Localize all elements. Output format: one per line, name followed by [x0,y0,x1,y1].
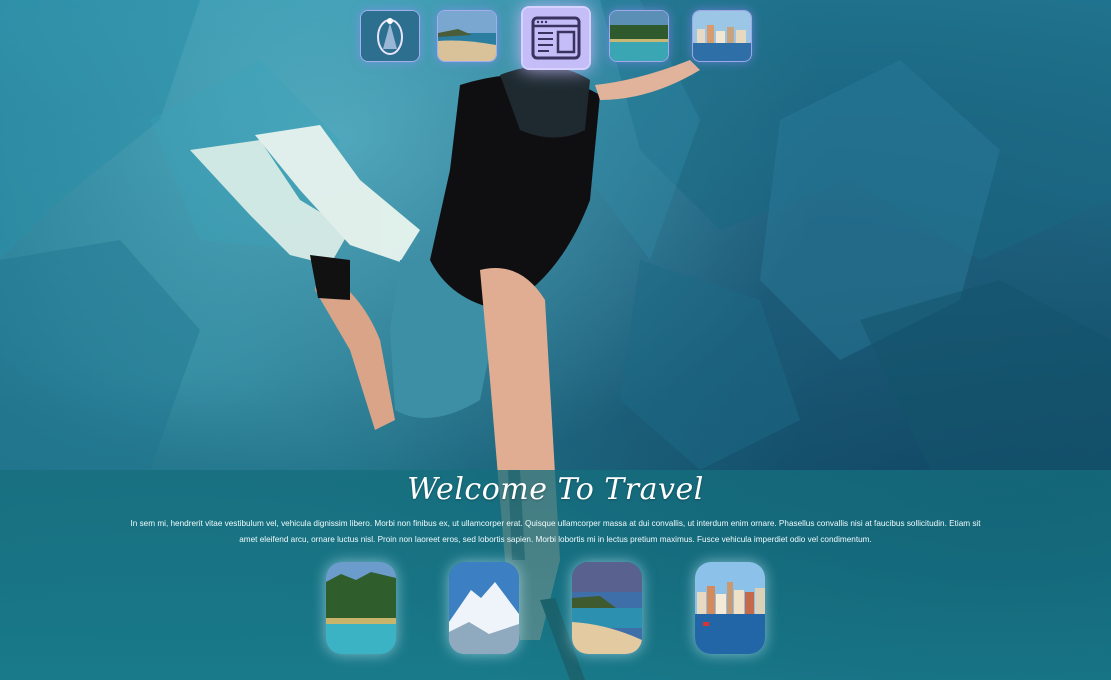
welcome-description: In sem mi, hendrerit vitae vestibulum ve… [130,519,981,544]
harbor-town-icon [695,562,765,654]
ornament-icon [361,11,419,61]
gallery-card-harbor-town[interactable] [695,562,765,654]
top-nav-strip [358,6,758,70]
lake-forest-icon [610,11,668,61]
beach-icon [438,11,496,61]
gallery-card-beach-cliff[interactable] [572,562,642,654]
beach-cliff-icon [572,562,642,654]
nav-thumb-lake-forest[interactable] [609,10,669,62]
nav-thumb-ornament[interactable] [360,10,420,62]
snowy-mountain-icon [449,562,519,654]
gallery-card-snowy-mountain[interactable] [449,562,519,654]
gallery-card-lake-forest[interactable] [326,562,396,654]
harbor-town-icon [693,11,751,61]
nav-thumb-beach[interactable] [437,10,497,62]
nav-thumb-layout[interactable] [521,6,591,70]
page-title: Welcome To Travel [407,472,704,507]
layout-window-icon [523,8,589,68]
nav-thumb-harbor[interactable] [692,10,752,62]
lake-forest-icon [326,562,396,654]
